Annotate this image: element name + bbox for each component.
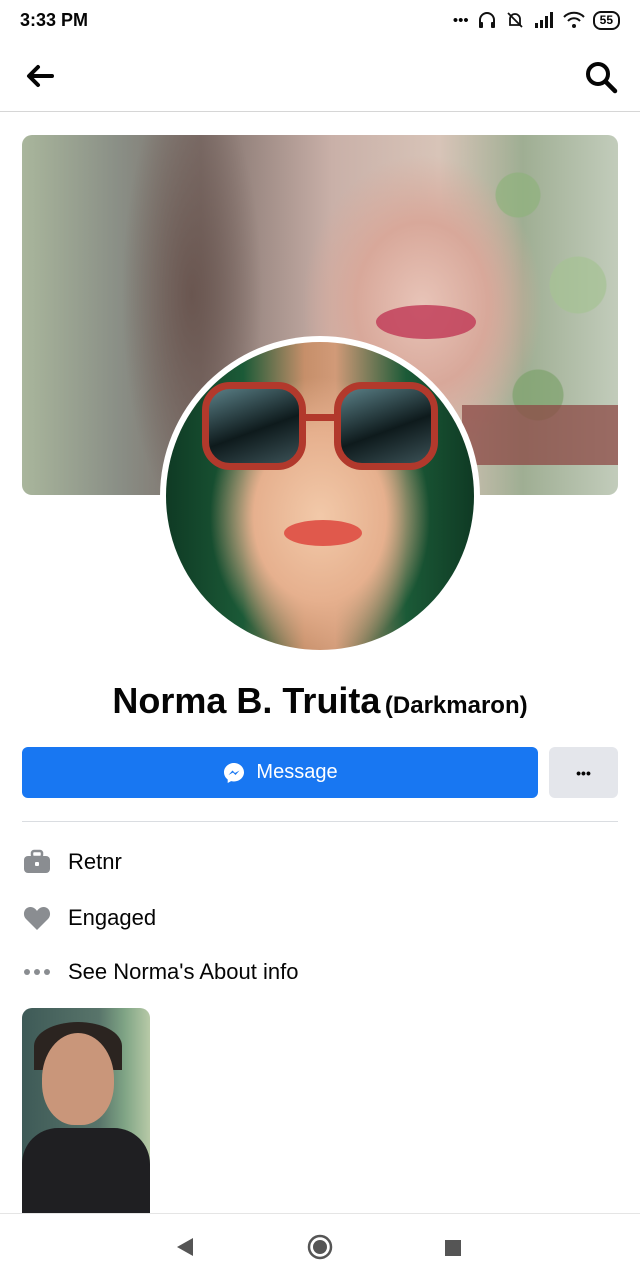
about-item-label: See Norma's About info <box>68 959 299 984</box>
about-item-label: Engaged <box>68 905 157 930</box>
heart-icon <box>22 903 52 933</box>
message-button-label: Message <box>256 761 338 783</box>
sunglasses-lens-right <box>334 382 438 470</box>
message-button[interactable]: Message <box>22 747 538 798</box>
profile-name-line: Norma B. Truita (Darkmaron) <box>0 680 640 722</box>
section-divider <box>22 821 618 822</box>
notification-dots-icon: ••• <box>452 11 469 29</box>
messenger-icon <box>224 762 245 783</box>
briefcase-icon <box>22 847 52 877</box>
search-icon[interactable] <box>584 60 618 94</box>
sunglasses-bridge <box>304 414 338 421</box>
sunglasses-lens-left <box>202 382 306 470</box>
profile-picture-frame <box>160 336 480 656</box>
battery-indicator: 55 <box>592 10 620 30</box>
wifi-icon <box>562 11 585 28</box>
thumbnail-body <box>22 1128 150 1213</box>
headphones-icon <box>478 12 495 28</box>
cover-background-detail <box>462 405 618 465</box>
avatar-face-detail <box>284 520 362 546</box>
profile-name: Norma B. Truita <box>112 680 381 721</box>
status-time: 3:33 PM <box>20 9 89 30</box>
top-nav <box>0 40 640 112</box>
signal-icon <box>534 12 553 28</box>
nav-recents-icon[interactable] <box>445 1240 461 1256</box>
more-dots-icon <box>22 957 52 987</box>
nav-home-icon[interactable] <box>307 1234 333 1260</box>
cover-face-detail <box>376 305 476 339</box>
nav-back-icon[interactable] <box>176 1237 194 1257</box>
status-icons: ••• 55 <box>453 10 620 30</box>
thumbnail-face <box>42 1033 114 1125</box>
system-nav-bar <box>0 1213 640 1280</box>
back-arrow-icon[interactable] <box>24 62 56 90</box>
about-item-work: Retnr <box>22 842 618 882</box>
profile-alternate-name: (Darkmaron) <box>384 692 528 719</box>
alarm-off-icon <box>507 12 523 28</box>
featured-photo-thumbnail[interactable] <box>22 1008 150 1213</box>
more-options-button[interactable]: ••• <box>549 747 618 798</box>
see-about-info-link[interactable]: See Norma's About info <box>22 952 618 992</box>
status-bar: 3:33 PM ••• 55 <box>0 0 640 40</box>
about-item-relationship: Engaged <box>22 898 618 938</box>
profile-picture[interactable] <box>166 342 474 650</box>
about-item-label: Retnr <box>68 849 122 874</box>
more-dots-icon: ••• <box>576 764 591 781</box>
